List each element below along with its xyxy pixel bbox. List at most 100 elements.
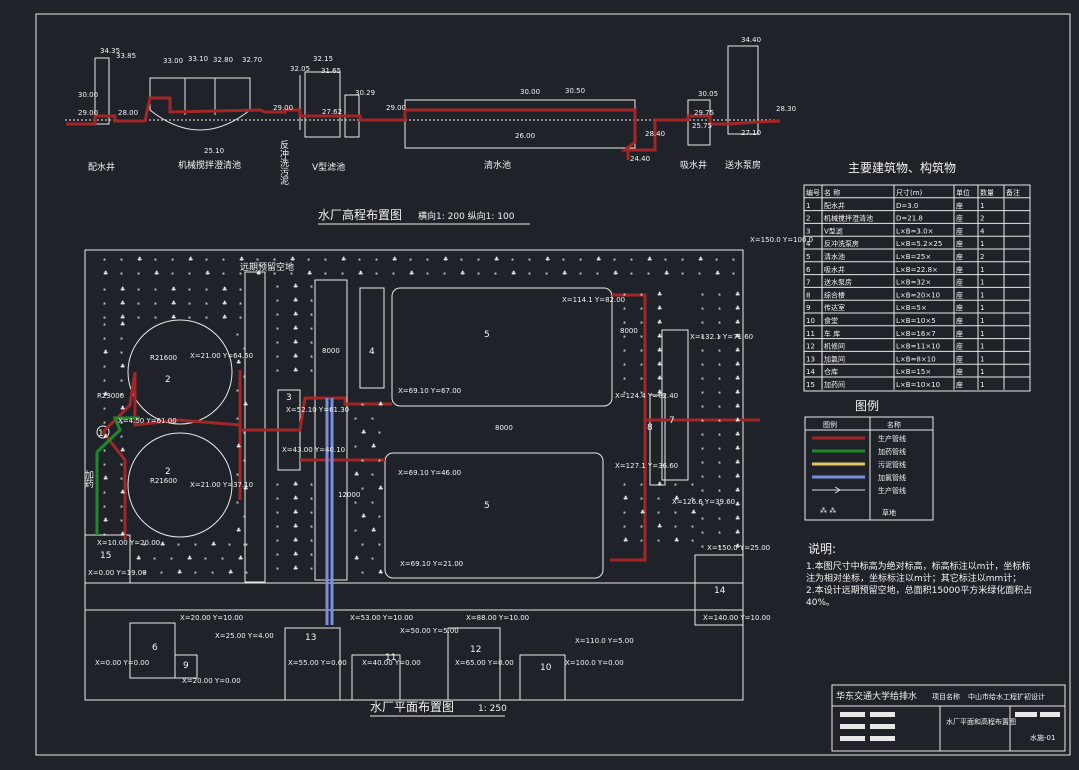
grass-symbol: ♣ xyxy=(664,270,669,277)
table-cell: 2 xyxy=(806,215,810,223)
coord-label: X=132.1 Y=71.60 xyxy=(690,333,753,341)
grass-symbol: ⁎ xyxy=(657,537,660,544)
grass-symbol: ♣ xyxy=(120,489,125,496)
grass-symbol: ♣ xyxy=(657,361,662,368)
elev-label: 30.05 xyxy=(698,90,718,98)
grass-symbol: ⁎ xyxy=(137,270,140,277)
grass-symbol: ♣ xyxy=(735,529,740,536)
grass-symbol: ⁎ xyxy=(718,333,721,340)
structure-id: 9 xyxy=(183,661,189,671)
grass-symbol: ⁎ xyxy=(103,314,106,321)
legend-item-label: 草地 xyxy=(882,508,896,517)
grass-symbol: ⁎ xyxy=(378,541,381,548)
notes-line: 2.本设计远期预留空地，总面积15000平方米绿化面积占 xyxy=(806,584,1032,596)
grass-symbol: ⁎ xyxy=(243,373,246,380)
structure-id: 12 xyxy=(470,645,481,655)
unit-name: 清水池 xyxy=(484,159,511,171)
plan-scale: 1: 250 xyxy=(478,704,507,714)
grass-symbol: ♣ xyxy=(623,495,628,502)
titleblock-fill xyxy=(840,724,865,729)
grass-symbol: ♣ xyxy=(361,429,366,436)
table-cell: 座 xyxy=(956,367,963,376)
grass-symbol: ♣ xyxy=(307,270,312,277)
grass-symbol: ⁎ xyxy=(276,509,279,516)
grass-symbol: ♣ xyxy=(735,431,740,438)
grass-symbol: ⁎ xyxy=(623,389,626,396)
grass-symbol: ⁎ xyxy=(243,429,246,436)
grass-symbol: ⁎ xyxy=(623,375,626,382)
table-cell: 7 xyxy=(806,279,810,287)
grass-symbol: ⁎ xyxy=(701,375,704,382)
grass-symbol: ⁎ xyxy=(354,443,357,450)
table-header-cell: 尺寸(m) xyxy=(896,188,923,197)
unit-name: 机械搅拌澄清池 xyxy=(178,159,241,171)
grass-symbol: ⁎ xyxy=(160,569,163,576)
grass-symbol: ⁎ xyxy=(222,270,225,277)
grass-symbol: ⁎ xyxy=(623,305,626,312)
grass-symbol: ⁎ xyxy=(718,291,721,298)
grass-symbol: ⁎ xyxy=(378,513,381,520)
grass-symbol: ⁎ xyxy=(623,509,626,516)
grass-symbol: ⁎ xyxy=(718,459,721,466)
grass-symbol: ⁎ xyxy=(371,555,374,562)
grass-symbol: ⁎ xyxy=(310,551,313,558)
grass-symbol: ⁎ xyxy=(691,523,694,530)
elev-label: 30.00 xyxy=(520,88,540,96)
grass-symbol: ⁎ xyxy=(701,529,704,536)
table-cell: 座 xyxy=(956,329,963,338)
table-cell: D=21.8 xyxy=(896,215,923,223)
coord-label: X=69.10 Y=21.00 xyxy=(400,560,463,568)
grass-symbol: ⁎ xyxy=(640,375,643,382)
grass-symbol: ♣ xyxy=(293,523,298,530)
grass-symbol: ♣ xyxy=(409,270,414,277)
table-cell: 车 库 xyxy=(824,329,840,338)
grass-symbol: ⁎ xyxy=(290,270,293,277)
table-cell: 8 xyxy=(806,291,810,299)
unit-name: 反冲洗污泥 xyxy=(278,140,289,186)
grass-symbol: ⁎ xyxy=(701,361,704,368)
titleblock-fill xyxy=(840,736,865,741)
grass-symbol: ⁎ xyxy=(143,569,146,576)
grass-symbol: ⁎ xyxy=(361,569,364,576)
structure-id: 7 xyxy=(669,416,675,426)
table-cell: 12 xyxy=(806,343,815,351)
notes-line: 1.本图尺寸中标高为绝对标高，标高标注以m计，坐标标 xyxy=(806,560,1030,572)
table-header-cell: 编号 xyxy=(806,188,820,197)
grass-symbol: ♣ xyxy=(613,270,618,277)
reserved-land-label: 远期预留空地 xyxy=(240,261,294,273)
grass-symbol: ⁎ xyxy=(361,541,364,548)
grass-symbol: ⁎ xyxy=(361,457,364,464)
coord-label: X=0.00 Y=0.00 xyxy=(95,659,149,667)
grass-symbol: ⁎ xyxy=(243,457,246,464)
grass-symbol: ⁎ xyxy=(103,321,106,328)
grass-symbol: ⁎ xyxy=(120,391,123,398)
grass-symbol: ⁎ xyxy=(371,415,374,422)
grass-symbol: ♣ xyxy=(290,256,295,263)
grass-symbol: ⁎ xyxy=(718,487,721,494)
grass-symbol: ♣ xyxy=(735,347,740,354)
dim-label: 8000 xyxy=(495,424,513,432)
grass-symbol: ⁎ xyxy=(120,419,123,426)
grass-symbol: ⁎ xyxy=(120,256,123,263)
grass-symbol: ⁎ xyxy=(310,311,313,318)
grass-symbol: ⁎ xyxy=(276,297,279,304)
grass-symbol: ⁎ xyxy=(154,256,157,263)
legend-title: 图例 xyxy=(855,399,879,413)
table-cell: V型滤 xyxy=(824,226,843,235)
grass-symbol: ♣ xyxy=(735,445,740,452)
elev-label: 28.40 xyxy=(645,130,665,138)
grass-symbol: ⁎ xyxy=(562,256,565,263)
structure-id: 14 xyxy=(714,586,726,596)
coord-label: X=100.0 Y=0.00 xyxy=(565,659,624,667)
table-cell: L×B=20×10 xyxy=(896,291,940,299)
elev-label: 32.70 xyxy=(242,56,262,64)
table-cell: L×B=10×5 xyxy=(896,317,936,325)
grass-symbol: ♣ xyxy=(494,256,499,263)
grass-symbol: ♣ xyxy=(103,349,108,356)
grass-symbol: ⁎ xyxy=(494,270,497,277)
grass-symbol: ♣ xyxy=(735,319,740,326)
grass-symbol: ⁎ xyxy=(276,481,279,488)
grass-symbol: ⁎ xyxy=(528,256,531,263)
elev-label: 33.00 xyxy=(163,57,183,65)
grass-symbol: ⁎ xyxy=(103,335,106,342)
